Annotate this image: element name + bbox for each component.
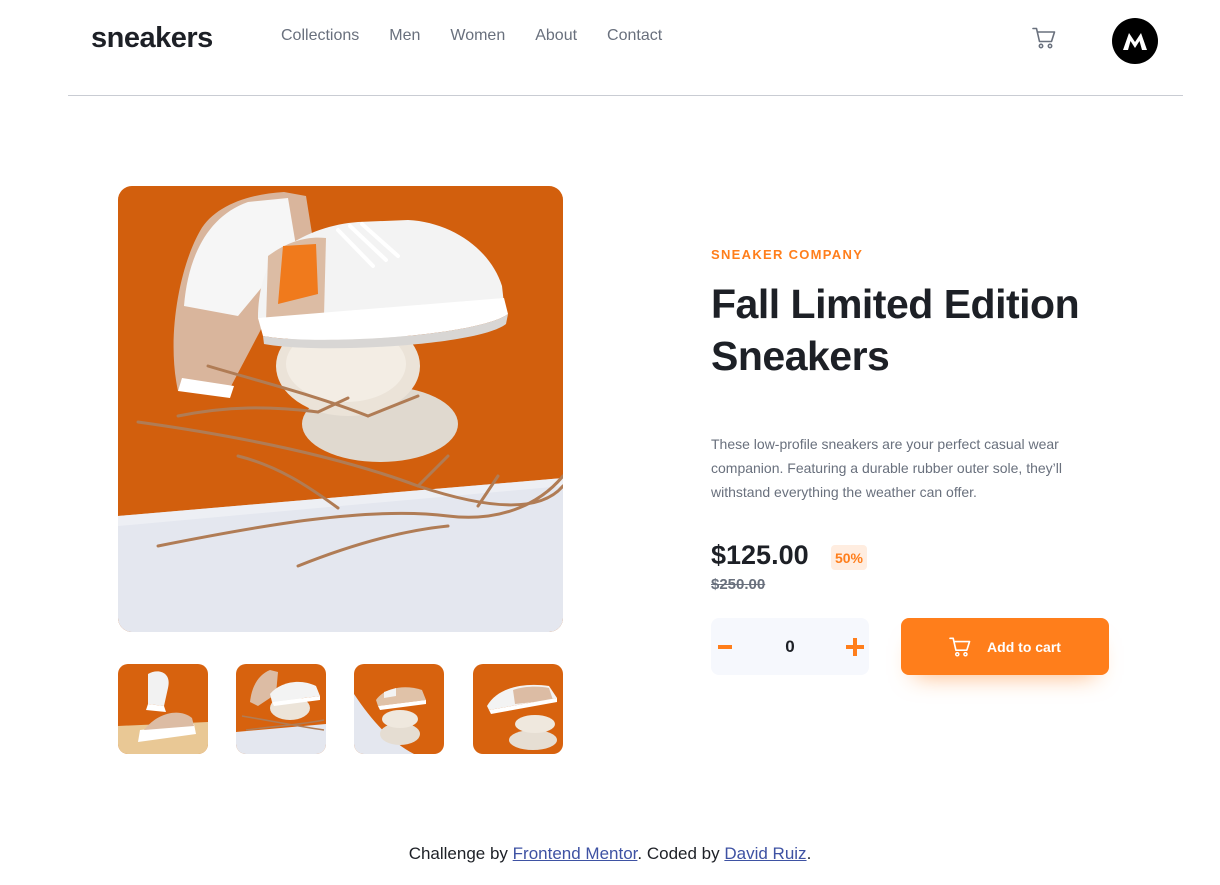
- plus-icon: [846, 637, 864, 656]
- minus-icon: [718, 644, 732, 649]
- footer-suffix: .: [806, 844, 812, 863]
- current-price: $125.00: [711, 540, 809, 570]
- add-to-cart-button[interactable]: Add to cart: [901, 618, 1109, 675]
- thumbnail-strip: [118, 664, 563, 754]
- decrease-quantity-button[interactable]: [711, 618, 739, 675]
- avatar[interactable]: [1112, 18, 1158, 64]
- avatar-logo-icon: [1123, 33, 1147, 50]
- frontend-mentor-link[interactable]: Frontend Mentor: [513, 844, 638, 863]
- quantity-stepper: 0: [711, 618, 869, 675]
- nav-men[interactable]: Men: [389, 27, 420, 45]
- product-description: These low-profile sneakers are your perf…: [711, 436, 1062, 500]
- company-name: SNEAKER COMPANY: [711, 247, 864, 262]
- footer-middle: . Coded by: [637, 844, 725, 863]
- author-link[interactable]: David Ruiz: [724, 844, 806, 863]
- original-price: $250.00: [711, 576, 766, 593]
- increase-quantity-button[interactable]: [841, 618, 869, 675]
- discount-badge: 50%: [831, 545, 867, 570]
- footer-prefix: Challenge by: [408, 844, 513, 863]
- nav-women[interactable]: Women: [450, 27, 505, 45]
- attribution-footer: Challenge by Frontend Mentor. Coded by D…: [0, 844, 1220, 864]
- nav-contact[interactable]: Contact: [607, 27, 662, 45]
- header-divider: [68, 95, 1183, 96]
- cart-icon: [1032, 27, 1056, 49]
- thumbnail-1[interactable]: [118, 664, 208, 754]
- site-header: sneakers Collections Men Women About Con…: [0, 0, 1220, 96]
- cart-icon: [949, 637, 971, 657]
- add-to-cart-label: Add to cart: [987, 638, 1061, 655]
- quantity-value: 0: [785, 637, 795, 656]
- thumbnail-3[interactable]: [354, 664, 444, 754]
- main-nav: Collections Men Women About Contact: [281, 27, 662, 45]
- thumbnail-2[interactable]: [236, 664, 326, 754]
- cart-button[interactable]: [1032, 27, 1058, 51]
- logo[interactable]: sneakers: [91, 22, 213, 55]
- thumbnail-4[interactable]: [473, 664, 563, 754]
- product-title: Fall Limited Edition Sneakers: [711, 281, 1080, 379]
- nav-about[interactable]: About: [535, 27, 577, 45]
- main-product-image[interactable]: [118, 186, 563, 632]
- nav-collections[interactable]: Collections: [281, 27, 359, 45]
